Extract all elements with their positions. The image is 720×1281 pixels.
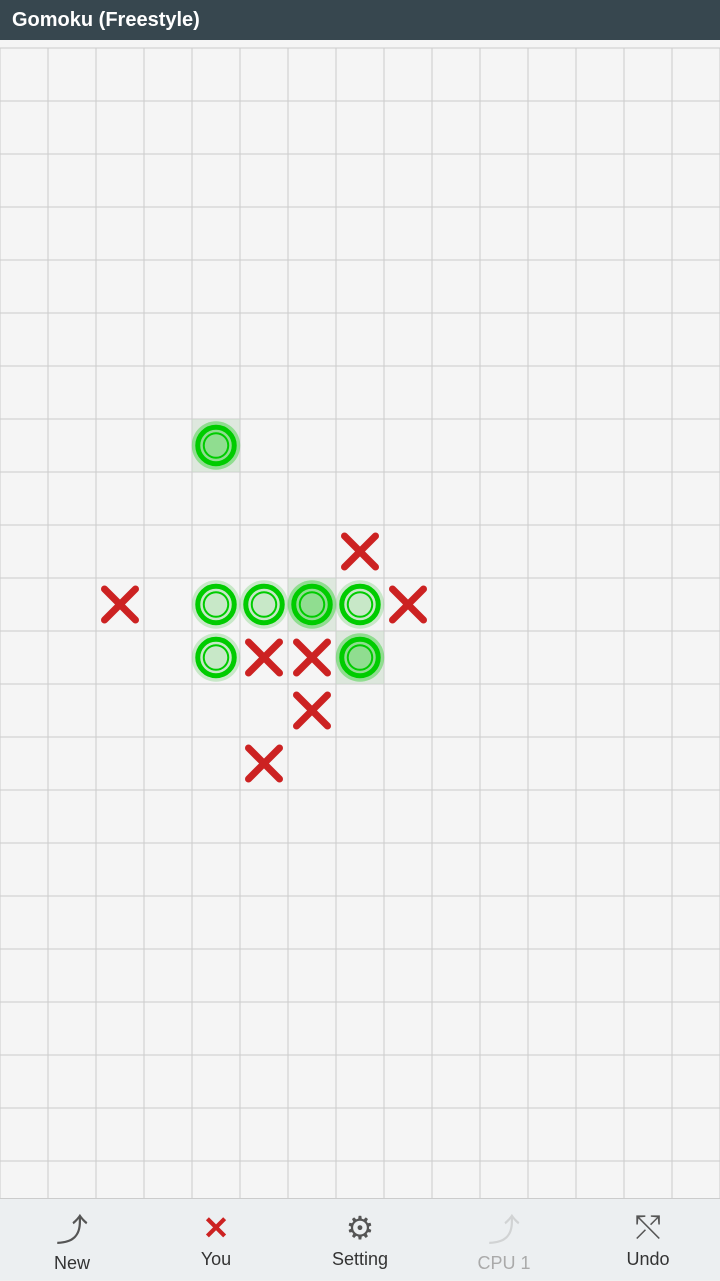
board-area[interactable] (0, 40, 720, 1198)
you-icon: ✕ (203, 1209, 230, 1247)
new-label: New (54, 1253, 90, 1274)
you-label: You (201, 1249, 231, 1270)
grid (0, 40, 720, 1198)
cpu-label: CPU 1 (477, 1253, 530, 1274)
cpu-button[interactable]: ⤴ CPU 1 (434, 1199, 574, 1281)
setting-button[interactable]: ⚙ Setting (290, 1199, 430, 1281)
undo-icon: ⤲ (635, 1209, 661, 1247)
title-bar: Gomoku (Freestyle) (0, 0, 720, 40)
you-button[interactable]: ✕ You (146, 1199, 286, 1281)
setting-icon: ⚙ (346, 1209, 375, 1247)
undo-label: Undo (626, 1249, 669, 1270)
undo-button[interactable]: ⤲ Undo (578, 1199, 718, 1281)
footer: ⤴ New ✕ You ⚙ Setting ⤴ CPU 1 ⤲ Undo (0, 1198, 720, 1280)
app-title: Gomoku (Freestyle) (12, 9, 200, 32)
setting-label: Setting (332, 1249, 388, 1270)
cpu-icon: ⤴ (488, 1205, 520, 1251)
new-button[interactable]: ⤴ New (2, 1199, 142, 1281)
new-icon: ⤴ (56, 1205, 88, 1251)
